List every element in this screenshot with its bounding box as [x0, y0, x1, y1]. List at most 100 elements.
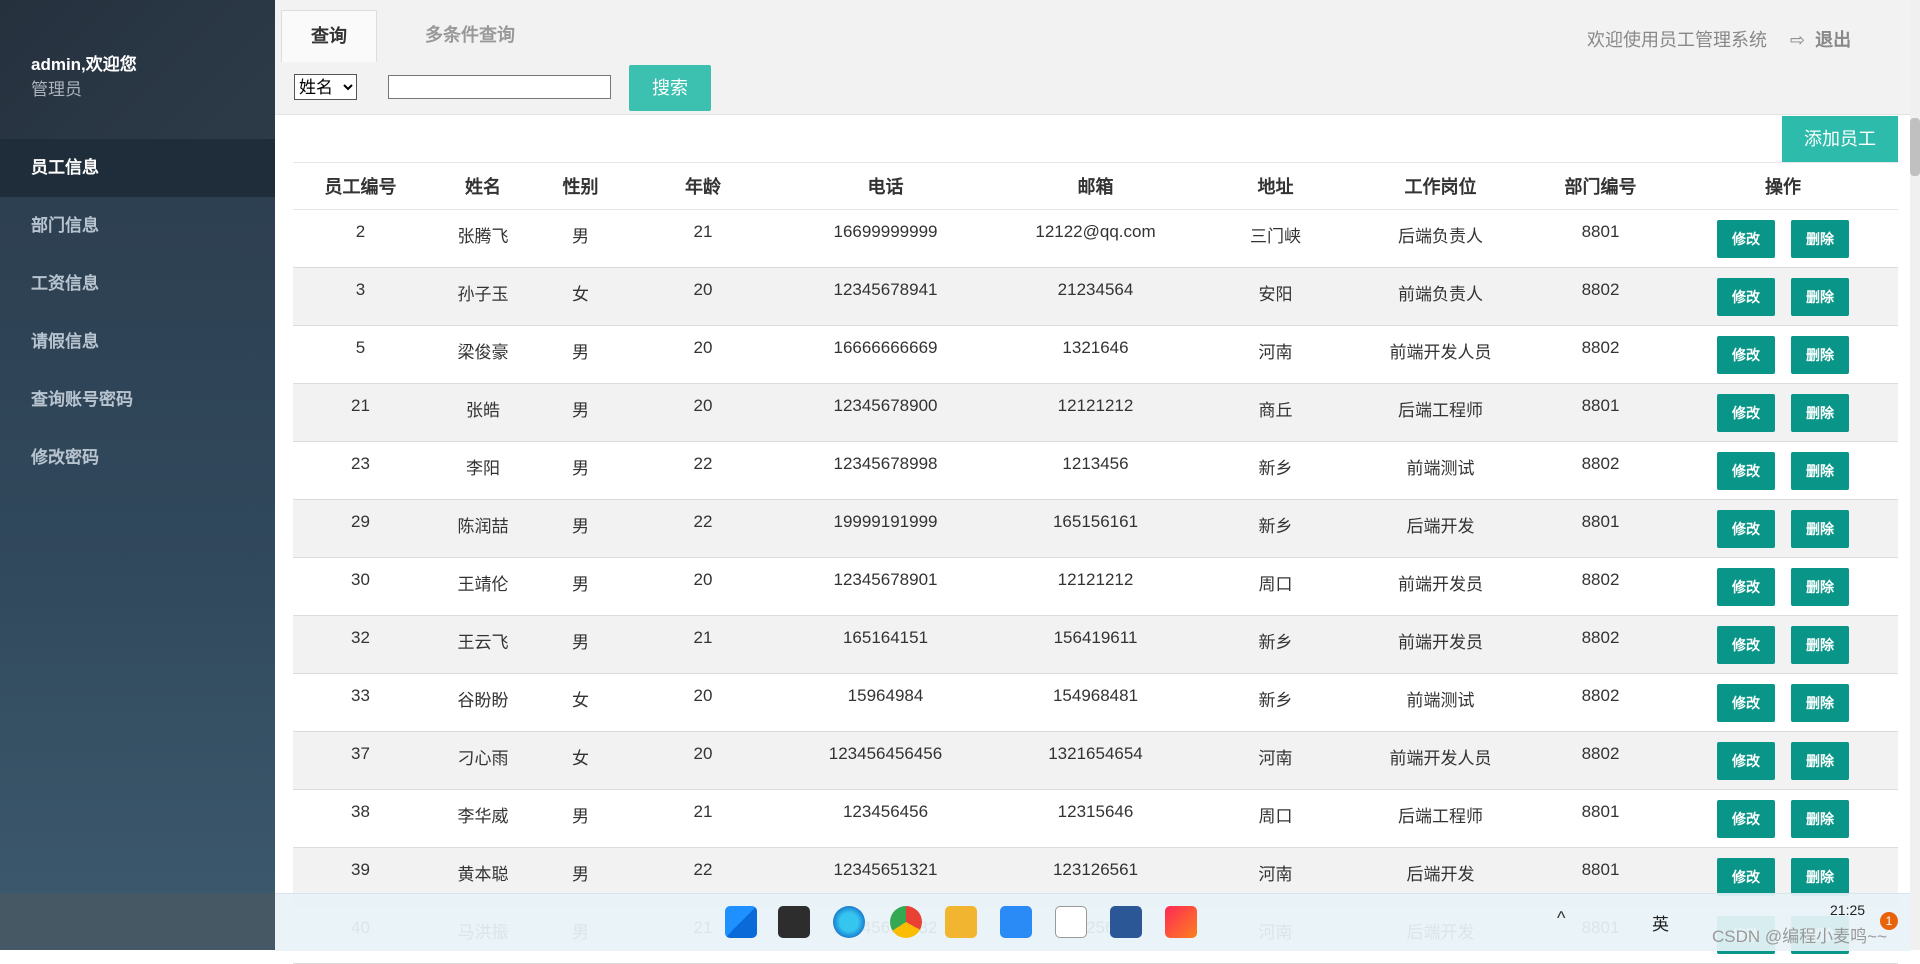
chrome-icon[interactable]: [890, 906, 922, 938]
edge-icon[interactable]: [833, 906, 865, 938]
edit-button[interactable]: 修改: [1717, 568, 1775, 606]
column-header: 性别: [538, 162, 623, 210]
delete-button[interactable]: 删除: [1791, 568, 1849, 606]
sidebar-item-department-info[interactable]: 部门信息: [0, 197, 275, 255]
table-cell: 前端测试: [1348, 441, 1533, 500]
delete-button[interactable]: 删除: [1791, 626, 1849, 664]
logout-link[interactable]: ⇨ 退出: [1790, 26, 1851, 52]
edit-button[interactable]: 修改: [1717, 394, 1775, 432]
add-employee-button[interactable]: 添加员工: [1782, 116, 1898, 162]
actions-cell: 修改删除: [1668, 441, 1898, 500]
table-cell: 12122@qq.com: [988, 209, 1203, 268]
sidebar-item-account-query[interactable]: 查询账号密码: [0, 371, 275, 429]
edit-button[interactable]: 修改: [1717, 858, 1775, 896]
table-cell: 三门峡: [1203, 209, 1348, 268]
sidebar-item-employee-info[interactable]: 员工信息: [0, 139, 275, 197]
table-cell: 女: [538, 731, 623, 790]
table-cell: 20: [623, 383, 783, 442]
chevron-up-icon[interactable]: ^: [1557, 908, 1565, 929]
scrollbar-thumb[interactable]: [1910, 118, 1920, 176]
edit-button[interactable]: 修改: [1717, 336, 1775, 374]
file-explorer-icon[interactable]: [945, 906, 977, 938]
column-header: 员工编号: [293, 162, 428, 210]
table-cell: 周口: [1203, 557, 1348, 616]
actions-cell: 修改删除: [1668, 325, 1898, 384]
delete-button[interactable]: 删除: [1791, 858, 1849, 896]
table-row: 33 谷盼盼女 20 15964984 154968481 新乡 前端测试 8802 修改 删除: [293, 673, 1898, 732]
task-view-icon[interactable]: [778, 906, 810, 938]
actions-cell: 修改删除: [1668, 731, 1898, 790]
edit-button[interactable]: 修改: [1717, 278, 1775, 316]
table-cell: 20: [623, 267, 783, 326]
delete-button[interactable]: 删除: [1791, 800, 1849, 838]
edit-button[interactable]: 修改: [1717, 510, 1775, 548]
table-cell: 154968481: [988, 673, 1203, 732]
employee-table-wrap: 员工编号 姓名 性别 年龄 电话 邮箱 地址 工作岗位 部门编号 操作 2 张腾飞男 21 166999…: [293, 162, 1898, 964]
table-cell: 张皓: [428, 383, 538, 442]
table-cell: 新乡: [1203, 673, 1348, 732]
delete-button[interactable]: 删除: [1791, 220, 1849, 258]
sidebar-item-salary-info[interactable]: 工资信息: [0, 255, 275, 313]
edit-button[interactable]: 修改: [1717, 684, 1775, 722]
dingtalk-icon[interactable]: [1000, 906, 1032, 938]
logout-icon: ⇨: [1790, 30, 1806, 50]
table-cell: 1321646: [988, 325, 1203, 384]
word-icon[interactable]: [1110, 906, 1142, 938]
edit-button[interactable]: 修改: [1717, 800, 1775, 838]
table-cell: 张腾飞: [428, 209, 538, 268]
delete-button[interactable]: 删除: [1791, 394, 1849, 432]
table-row: 32 王云飞男 21 165164151 156419611 新乡 前端开发员 8802 修改删…: [293, 615, 1898, 674]
tab-multi-condition-query[interactable]: 多条件查询: [395, 10, 545, 61]
delete-button[interactable]: 删除: [1791, 510, 1849, 548]
edit-button[interactable]: 修改: [1717, 742, 1775, 780]
actions-cell: 修改删除: [1668, 499, 1898, 558]
table-cell: 后端开发: [1348, 499, 1533, 558]
delete-button[interactable]: 删除: [1791, 452, 1849, 490]
column-header: 年龄: [623, 162, 783, 210]
employee-table: 员工编号 姓名 性别 年龄 电话 邮箱 地址 工作岗位 部门编号 操作 2 张腾飞男 21 166999…: [293, 162, 1898, 964]
table-cell: 12345678998: [783, 441, 988, 500]
delete-button[interactable]: 删除: [1791, 684, 1849, 722]
table-cell: 2: [293, 209, 428, 268]
table-cell: 后端工程师: [1348, 383, 1533, 442]
edit-button[interactable]: 修改: [1717, 626, 1775, 664]
input-language[interactable]: 英: [1652, 910, 1669, 935]
table-cell: 男: [538, 325, 623, 384]
sidebar-item-change-password[interactable]: 修改密码: [0, 429, 275, 487]
delete-button[interactable]: 删除: [1791, 336, 1849, 374]
search-field-select[interactable]: 姓名: [294, 74, 357, 100]
table-cell: 8801: [1533, 383, 1668, 442]
delete-button[interactable]: 删除: [1791, 278, 1849, 316]
table-cell: 16666666669: [783, 325, 988, 384]
table-cell: 12345678900: [783, 383, 988, 442]
table-cell: 38: [293, 789, 428, 848]
delete-button[interactable]: 删除: [1791, 742, 1849, 780]
welcome-text: 欢迎使用员工管理系统: [1587, 30, 1767, 50]
table-cell: 安阳: [1203, 267, 1348, 326]
table-cell: 谷盼盼: [428, 673, 538, 732]
table-cell: 33: [293, 673, 428, 732]
table-cell: 男: [538, 615, 623, 674]
table-cell: 男: [538, 789, 623, 848]
table-cell: 5: [293, 325, 428, 384]
table-cell: 20: [623, 325, 783, 384]
table-cell: 8802: [1533, 325, 1668, 384]
notification-badge[interactable]: 1: [1880, 912, 1898, 930]
edit-button[interactable]: 修改: [1717, 220, 1775, 258]
sidebar-item-leave-info[interactable]: 请假信息: [0, 313, 275, 371]
table-cell: 1213456: [988, 441, 1203, 500]
actions-cell: 修改删除: [1668, 615, 1898, 674]
edit-button[interactable]: 修改: [1717, 452, 1775, 490]
column-header: 工作岗位: [1348, 162, 1533, 210]
intellij-icon[interactable]: [1165, 906, 1197, 938]
search-input[interactable]: [388, 75, 611, 99]
typora-icon[interactable]: [1055, 906, 1087, 938]
table-cell: 王云飞: [428, 615, 538, 674]
windows-start-icon[interactable]: [725, 906, 757, 938]
table-cell: 21: [623, 615, 783, 674]
tab-query[interactable]: 查询: [281, 10, 377, 62]
clock[interactable]: 21:25: [1830, 902, 1865, 918]
column-header: 地址: [1203, 162, 1348, 210]
search-button[interactable]: 搜索: [629, 65, 711, 111]
table-cell: 20: [623, 557, 783, 616]
